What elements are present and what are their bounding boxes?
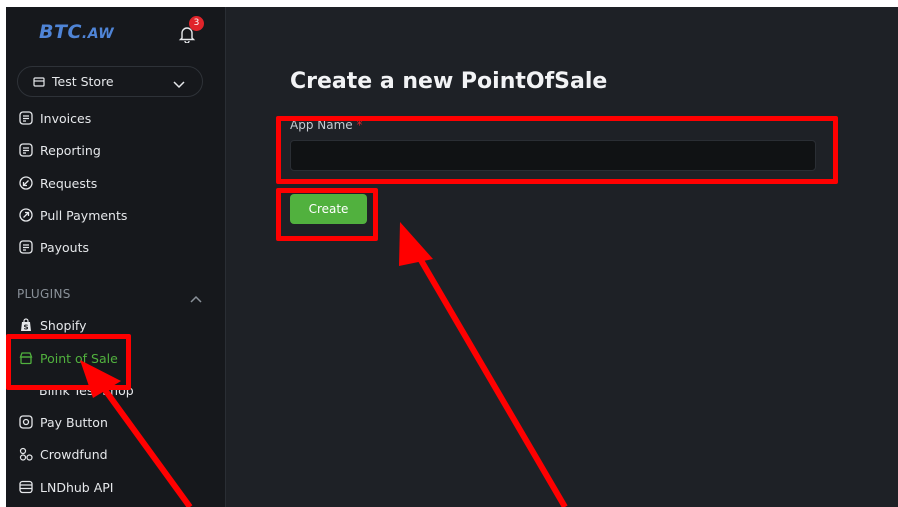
brand-logo[interactable]: BTC.AW [39, 21, 114, 43]
lndhub-icon [19, 480, 33, 494]
chevron-down-icon [173, 77, 185, 92]
app-name-label: App Name * [290, 118, 363, 132]
nav-item-lndhub-api[interactable]: LNDhub API [19, 477, 113, 497]
logo-main: BTC [39, 21, 82, 43]
create-button[interactable]: Create [290, 194, 367, 224]
nav-label-blink-test-shop: Blink Test Shop [39, 382, 134, 398]
app-window: BTC.AW 3 Test Store Invoices Reporting R… [6, 7, 898, 507]
nav-item-payouts[interactable]: Payouts [19, 237, 89, 257]
app-name-input[interactable] [290, 140, 816, 171]
nav-label-payouts: Payouts [40, 239, 90, 255]
pull-payments-icon [19, 208, 33, 222]
sidebar: BTC.AW 3 Test Store Invoices Reporting R… [6, 7, 226, 507]
logo-suffix: .AW [81, 26, 115, 42]
page-title: Create a new PointOfSale [290, 69, 608, 94]
nav-label-invoices: Invoices [40, 110, 92, 126]
store-icon [33, 76, 45, 91]
nav-label-pull-payments: Pull Payments [40, 207, 128, 223]
nav-label-pay-button: Pay Button [40, 414, 108, 430]
nav-label-lndhub-api: LNDhub API [40, 479, 114, 495]
nav-item-shopify[interactable]: S Shopify [19, 315, 87, 335]
nav-label-requests: Requests [40, 175, 98, 191]
nav-item-point-of-sale[interactable]: Point of Sale [19, 348, 118, 368]
crowdfund-icon [19, 447, 33, 461]
nav-label-reporting: Reporting [40, 142, 101, 158]
nav-subitem-blink-test-shop[interactable]: Blink Test Shop [39, 380, 134, 400]
requests-icon [19, 176, 33, 190]
nav-item-crowdfund[interactable]: Crowdfund [19, 444, 108, 464]
svg-text:S: S [23, 324, 28, 332]
pay-button-icon [19, 415, 33, 429]
invoice-icon [19, 111, 33, 125]
chevron-up-icon[interactable] [190, 288, 202, 307]
required-marker: * [356, 118, 363, 132]
payouts-icon [19, 240, 33, 254]
nav-label-shopify: Shopify [40, 317, 87, 333]
nav-label-point-of-sale: Point of Sale [40, 350, 118, 366]
shopify-icon: S [19, 318, 33, 332]
nav-item-requests[interactable]: Requests [19, 173, 97, 193]
reporting-icon [19, 143, 33, 157]
store-selector[interactable]: Test Store [17, 66, 203, 97]
notification-badge: 3 [189, 16, 204, 31]
app-name-label-text: App Name [290, 118, 353, 132]
plugins-section-label: PLUGINS [17, 287, 71, 301]
point-of-sale-icon [19, 351, 33, 365]
store-name: Test Store [52, 74, 114, 89]
nav-label-crowdfund: Crowdfund [40, 446, 108, 462]
nav-item-invoices[interactable]: Invoices [19, 108, 91, 128]
nav-item-pay-button[interactable]: Pay Button [19, 412, 108, 432]
nav-item-pull-payments[interactable]: Pull Payments [19, 205, 127, 225]
nav-item-reporting[interactable]: Reporting [19, 140, 101, 160]
